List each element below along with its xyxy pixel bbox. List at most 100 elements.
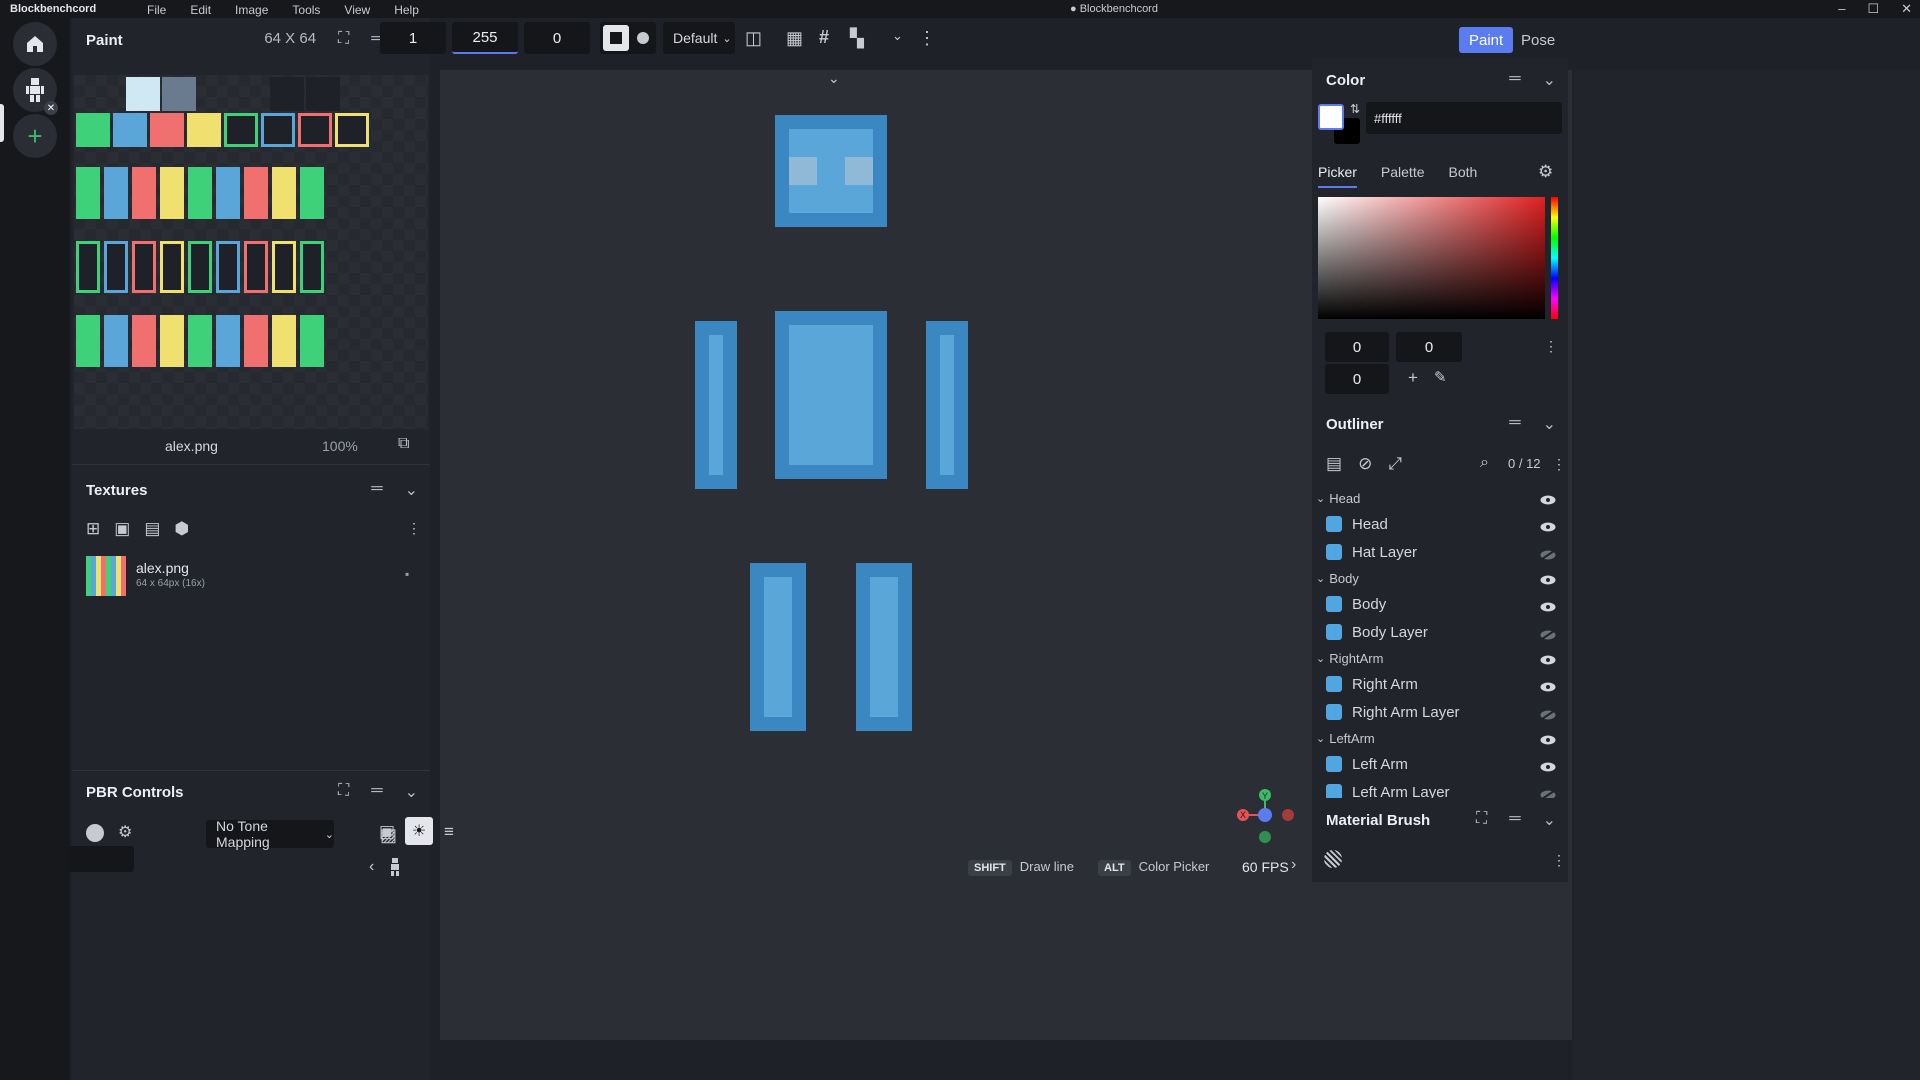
- outliner-cube[interactable]: Right Arm: [1312, 670, 1568, 698]
- eye-icon[interactable]: [1540, 519, 1556, 532]
- close-project-icon[interactable]: ✕: [44, 101, 58, 115]
- expand-icon[interactable]: ⤢: [1388, 454, 1402, 474]
- checker-icon[interactable]: ▦: [786, 28, 803, 49]
- mirror-icon[interactable]: ◫: [745, 28, 762, 49]
- red-channel-input[interactable]: 0: [1325, 332, 1389, 362]
- eye-off-icon[interactable]: [1540, 787, 1556, 800]
- round-brush-icon[interactable]: [637, 32, 649, 44]
- menu-tools[interactable]: Tools: [292, 3, 320, 17]
- menu-file[interactable]: File: [147, 3, 166, 17]
- brush-softness-input[interactable]: 0: [524, 22, 590, 54]
- eye-off-icon[interactable]: [1540, 547, 1556, 560]
- primary-color-swatch[interactable]: [1318, 104, 1344, 130]
- eye-icon[interactable]: [1540, 653, 1556, 665]
- eye-icon[interactable]: [1540, 573, 1556, 585]
- close-window-button[interactable]: ✕: [1901, 1, 1912, 17]
- menu-edit[interactable]: Edit: [190, 3, 211, 17]
- more-options-icon[interactable]: ⋮: [1552, 456, 1566, 473]
- tab-palette[interactable]: Palette: [1381, 164, 1425, 188]
- add-group-icon[interactable]: ▤: [1326, 454, 1342, 474]
- eye-icon[interactable]: [1540, 679, 1556, 692]
- outliner-group[interactable]: ⌄ RightArm: [1312, 646, 1568, 670]
- more-options-icon[interactable]: ⋮: [918, 28, 936, 49]
- eye-icon[interactable]: [1540, 733, 1556, 745]
- material-sphere-icon[interactable]: [86, 824, 104, 842]
- outliner-cube[interactable]: Head: [1312, 510, 1568, 538]
- save-icon[interactable]: ▪: [405, 567, 409, 581]
- outliner-cube[interactable]: Left Arm: [1312, 750, 1568, 778]
- chevron-down-icon[interactable]: ⌄: [892, 28, 903, 44]
- model-body[interactable]: [775, 311, 887, 479]
- chevron-down-icon[interactable]: ⌄: [405, 480, 418, 500]
- model-left-arm[interactable]: [926, 321, 968, 489]
- chevron-down-icon[interactable]: ⌄: [1543, 810, 1556, 830]
- tab-picker[interactable]: Picker: [1318, 164, 1357, 188]
- menu-icon[interactable]: ≡: [444, 822, 454, 842]
- texture-list-item[interactable]: alex.png 64 x 64px (16x) ▪: [72, 552, 430, 604]
- brush-size-input[interactable]: 1: [380, 22, 446, 54]
- eye-off-icon[interactable]: [1540, 627, 1556, 640]
- paint-mode-button[interactable]: Paint: [1459, 27, 1514, 53]
- chevron-down-icon[interactable]: ⌄: [828, 70, 840, 87]
- hex-color-input[interactable]: #ffffff: [1366, 102, 1562, 134]
- toggle-visibility-icon[interactable]: ⊘: [1358, 454, 1372, 474]
- green-channel-input[interactable]: 0: [1396, 332, 1462, 362]
- pbr-value-field[interactable]: [68, 846, 134, 872]
- add-texture-icon[interactable]: ⊞: [86, 519, 100, 539]
- chevron-down-icon[interactable]: ⌄: [1543, 70, 1556, 90]
- chevron-down-icon[interactable]: ⌄: [1316, 492, 1325, 505]
- outliner-group[interactable]: ⌄ LeftArm: [1312, 726, 1568, 750]
- outliner-cube[interactable]: Right Arm Layer: [1312, 698, 1568, 726]
- new-project-button[interactable]: +: [13, 114, 57, 158]
- chevron-down-icon[interactable]: ⌄: [1316, 572, 1325, 585]
- chevron-down-icon[interactable]: ⌄: [1543, 414, 1556, 434]
- menu-help[interactable]: Help: [394, 3, 419, 17]
- hue-slider[interactable]: [1551, 197, 1558, 319]
- import-texture-icon[interactable]: ▣: [114, 519, 130, 539]
- model-right-arm[interactable]: [695, 321, 737, 489]
- axis-gizmo[interactable]: Y X: [1235, 787, 1305, 857]
- tone-mapping-select[interactable]: No Tone Mapping ⌄: [206, 818, 334, 850]
- maximize-button[interactable]: ☐: [1867, 1, 1879, 17]
- outliner-group[interactable]: ⌄ Head: [1312, 486, 1568, 510]
- chevron-down-icon[interactable]: ⌄: [1316, 732, 1325, 745]
- model-right-leg[interactable]: [750, 563, 806, 731]
- cube-icon[interactable]: ⬢: [174, 519, 189, 539]
- drag-handle-icon[interactable]: ═: [1509, 414, 1520, 434]
- outliner-cube[interactable]: Body: [1312, 590, 1568, 618]
- drag-handle-icon[interactable]: ═: [371, 782, 382, 802]
- more-options-icon[interactable]: ⋮: [1552, 852, 1566, 869]
- chevron-left-icon[interactable]: ‹: [369, 858, 374, 876]
- menu-view[interactable]: View: [344, 3, 370, 17]
- lighting-icon[interactable]: ⚙: [118, 822, 132, 842]
- blue-channel-input[interactable]: 0: [1325, 364, 1389, 394]
- layout-icon[interactable]: ▚: [850, 28, 864, 49]
- color-picker-field[interactable]: [1318, 197, 1545, 319]
- model-head[interactable]: [775, 115, 887, 227]
- eye-icon[interactable]: [1540, 759, 1556, 772]
- drag-handle-icon[interactable]: ═: [1509, 70, 1520, 90]
- fullscreen-icon[interactable]: ⛶: [338, 30, 349, 50]
- image-icon[interactable]: ▣: [379, 822, 395, 842]
- fullscreen-icon[interactable]: ⛶: [1476, 810, 1487, 830]
- eyedropper-icon[interactable]: ✎: [1434, 368, 1447, 386]
- folder-icon[interactable]: ▤: [144, 519, 160, 539]
- copy-icon[interactable]: ⧉: [398, 435, 409, 453]
- texture-canvas[interactable]: [74, 75, 428, 429]
- grid-icon[interactable]: #: [819, 27, 829, 48]
- eye-icon[interactable]: [1540, 599, 1556, 612]
- chevron-down-icon[interactable]: ⌄: [405, 782, 418, 802]
- outliner-cube[interactable]: Hat Layer: [1312, 538, 1568, 566]
- more-options-icon[interactable]: ⋮: [407, 520, 421, 537]
- add-color-icon[interactable]: +: [1408, 368, 1418, 388]
- pose-mode-button[interactable]: Pose: [1511, 27, 1565, 53]
- brush-opacity-input[interactable]: 255: [452, 22, 518, 54]
- chevron-right-icon[interactable]: ›: [1291, 856, 1296, 874]
- swap-colors-icon[interactable]: ⇅: [1350, 102, 1360, 116]
- gear-icon[interactable]: ⚙: [1538, 162, 1553, 182]
- fullscreen-icon[interactable]: ⛶: [338, 782, 349, 802]
- more-options-icon[interactable]: ⋮: [1544, 338, 1558, 355]
- eye-off-icon[interactable]: [1540, 707, 1556, 720]
- chevron-down-icon[interactable]: ⌄: [1316, 652, 1325, 665]
- drag-handle-icon[interactable]: ═: [1509, 810, 1520, 830]
